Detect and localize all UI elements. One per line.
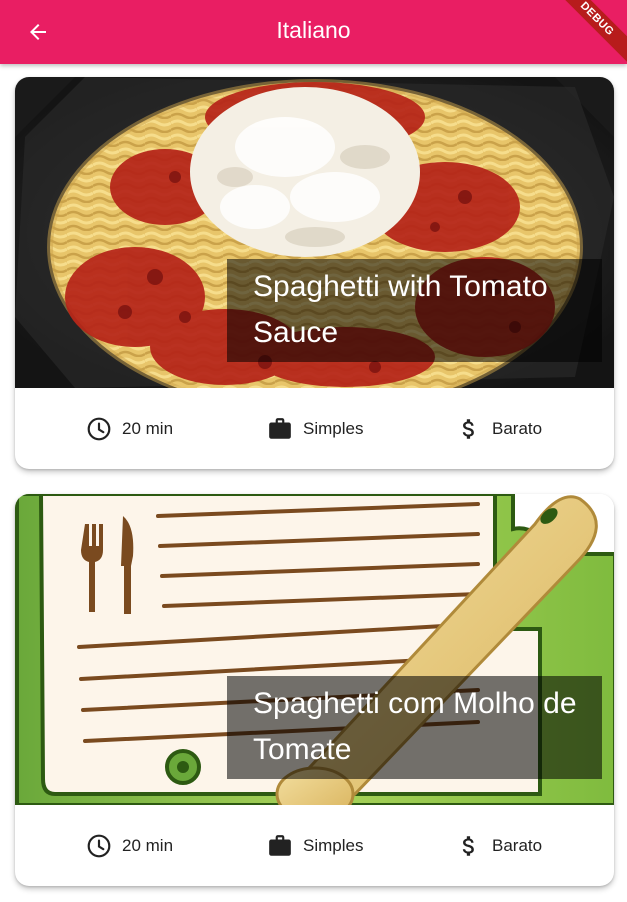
meal-info-row: 20 min Simples Barato (15, 388, 614, 469)
duration-info: 20 min (86, 833, 173, 859)
duration-label: 20 min (122, 836, 174, 855)
attach-money-icon (462, 419, 474, 439)
complexity-label: Simples (303, 836, 364, 855)
cost-label: Barato (492, 419, 543, 438)
complexity-info: Simples (267, 833, 363, 859)
schedule-icon (87, 417, 111, 441)
cost-label: Barato (492, 836, 543, 855)
duration-label: 20 min (122, 419, 174, 438)
meal-card[interactable]: Spaghetti with Tomato Sauce 20 min Simpl… (15, 77, 614, 469)
page-title: Italiano (276, 17, 351, 43)
schedule-icon (87, 834, 111, 858)
work-icon (269, 418, 291, 439)
duration-info: 20 min (86, 416, 173, 442)
meal-list[interactable]: Spaghetti with Tomato Sauce 20 min Simpl… (0, 64, 627, 902)
cost-info: Barato (456, 833, 542, 859)
cost-info: Barato (456, 416, 542, 442)
meal-info-row: 20 min Simples Barato (15, 805, 614, 886)
meal-title: Spaghetti with Tomato Sauce (227, 259, 602, 362)
meal-title: Spaghetti com Molho de Tomate (227, 676, 602, 779)
attach-money-icon (462, 836, 474, 856)
complexity-info: Simples (267, 416, 363, 442)
meal-card[interactable]: Spaghetti com Molho de Tomate 20 min Sim… (15, 494, 614, 886)
work-icon (269, 835, 291, 856)
app-bar: Italiano DEBUG (0, 0, 627, 64)
complexity-label: Simples (303, 419, 364, 438)
